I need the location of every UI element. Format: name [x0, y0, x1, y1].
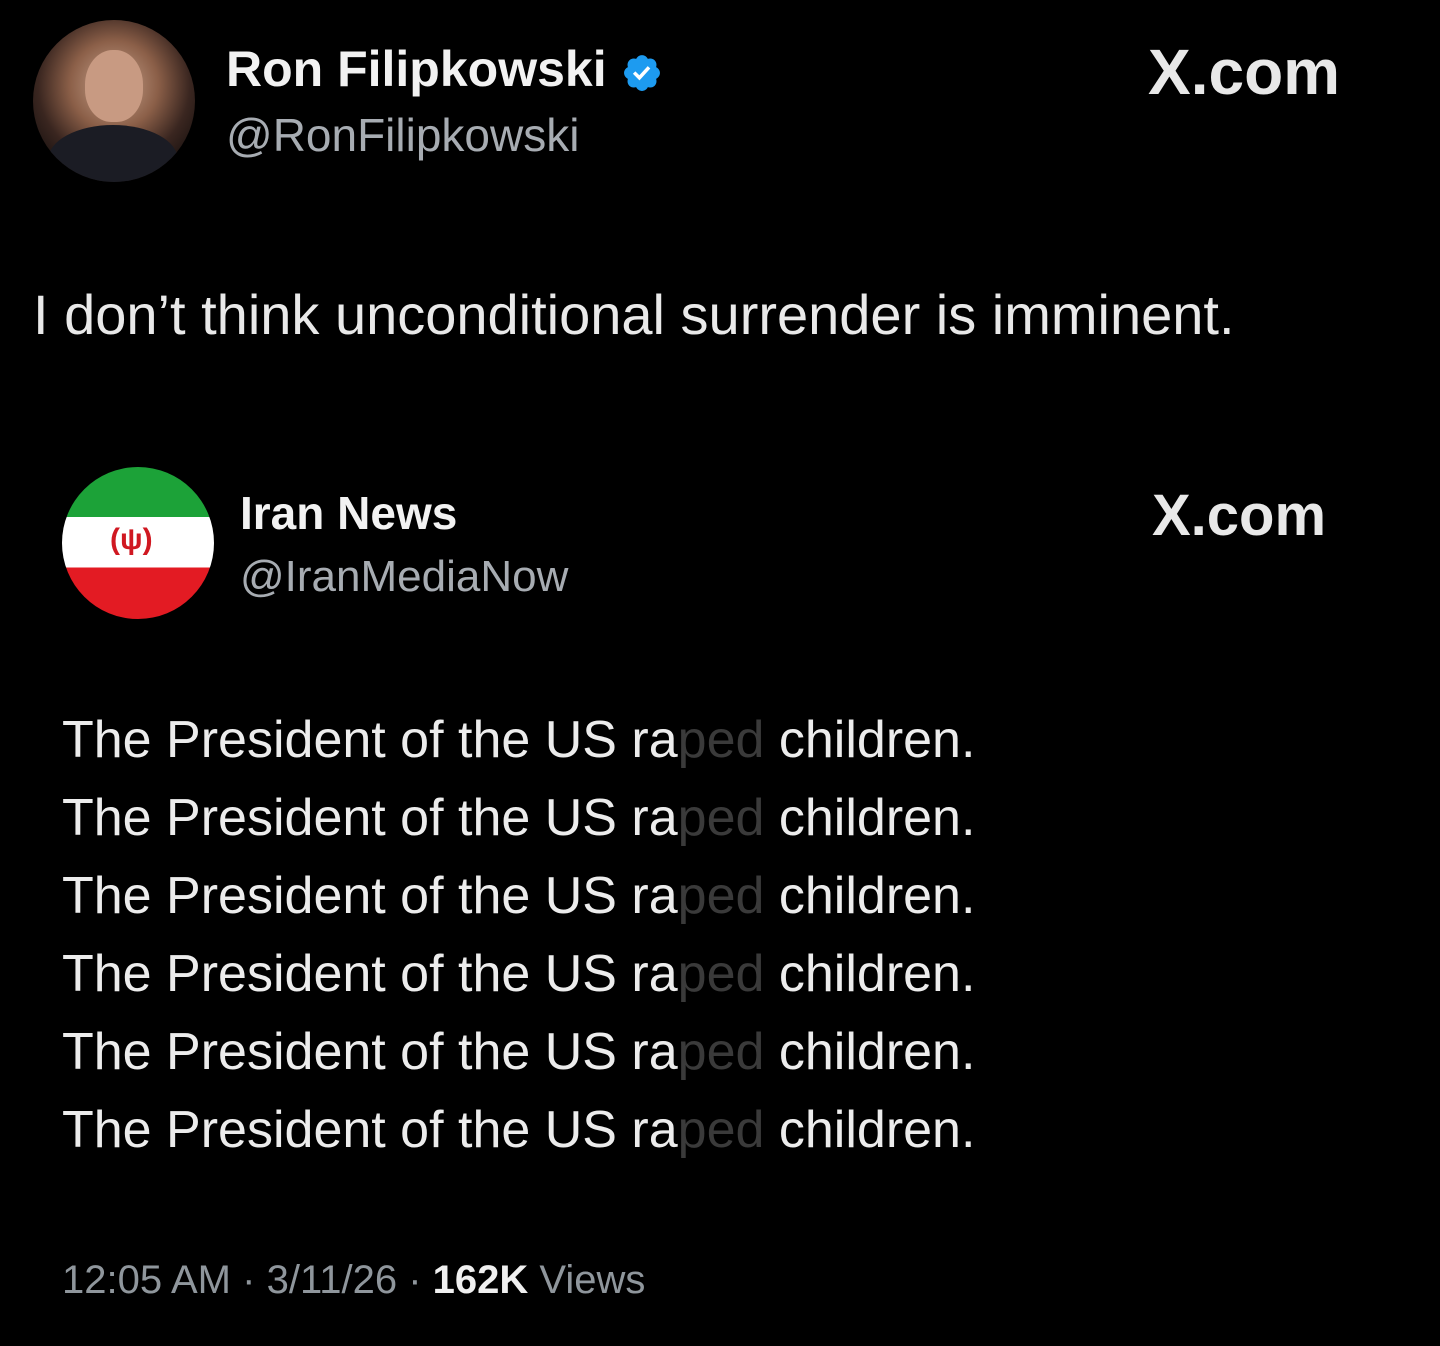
quoted-text-line: The President of the US raped children. — [62, 710, 975, 770]
avatar-shirt — [48, 125, 178, 182]
meta-separator: · — [408, 1258, 422, 1302]
views-count[interactable]: 162K — [433, 1258, 529, 1302]
quoted-author-name[interactable]: Iran News — [240, 486, 457, 540]
line-before: The President of the US ra — [62, 945, 678, 1003]
quoted-author-handle[interactable]: @IranMediaNow — [240, 552, 568, 602]
line-faded: ped — [677, 1023, 765, 1081]
quoted-text-line: The President of the US raped children. — [62, 1100, 975, 1160]
quoted-text-line: The President of the US raped children. — [62, 788, 975, 848]
author-avatar[interactable] — [33, 20, 195, 182]
author-name-text: Ron Filipkowski — [226, 41, 607, 97]
line-faded: ped — [677, 711, 765, 769]
verified-badge-icon — [623, 54, 660, 91]
quoted-source-label: X.com — [1152, 483, 1327, 548]
tweet-text: I don’t think unconditional surrender is… — [33, 283, 1235, 346]
tweet-meta: 12:05 AM · 3/11/26 · 162K Views — [62, 1258, 645, 1303]
avatar-face — [85, 50, 143, 122]
author-handle[interactable]: @RonFilipkowski — [226, 108, 579, 162]
quoted-text-line: The President of the US raped children. — [62, 1022, 975, 1082]
source-label: X.com — [1148, 36, 1341, 108]
line-before: The President of the US ra — [62, 789, 678, 847]
tweet-time[interactable]: 12:05 AM — [62, 1258, 231, 1302]
line-faded: ped — [677, 1101, 765, 1159]
line-faded: ped — [677, 867, 765, 925]
line-after: children. — [764, 1023, 976, 1081]
line-before: The President of the US ra — [62, 1101, 678, 1159]
line-after: children. — [764, 867, 976, 925]
line-faded: ped — [677, 945, 765, 1003]
views-label: Views — [539, 1258, 646, 1302]
quoted-text-line: The President of the US raped children. — [62, 866, 975, 926]
line-after: children. — [764, 1101, 976, 1159]
line-after: children. — [764, 789, 976, 847]
author-name[interactable]: Ron Filipkowski — [226, 40, 663, 98]
tweet-date[interactable]: 3/11/26 — [267, 1258, 398, 1302]
quoted-text-line: The President of the US raped children. — [62, 944, 975, 1004]
line-after: children. — [764, 711, 976, 769]
line-faded: ped — [677, 789, 765, 847]
line-before: The President of the US ra — [62, 1023, 678, 1081]
line-after: children. — [764, 945, 976, 1003]
meta-separator: · — [242, 1258, 256, 1302]
iran-emblem-icon: (ψ) — [110, 523, 153, 556]
quoted-avatar[interactable]: (ψ) — [62, 467, 214, 619]
line-before: The President of the US ra — [62, 711, 678, 769]
line-before: The President of the US ra — [62, 867, 678, 925]
